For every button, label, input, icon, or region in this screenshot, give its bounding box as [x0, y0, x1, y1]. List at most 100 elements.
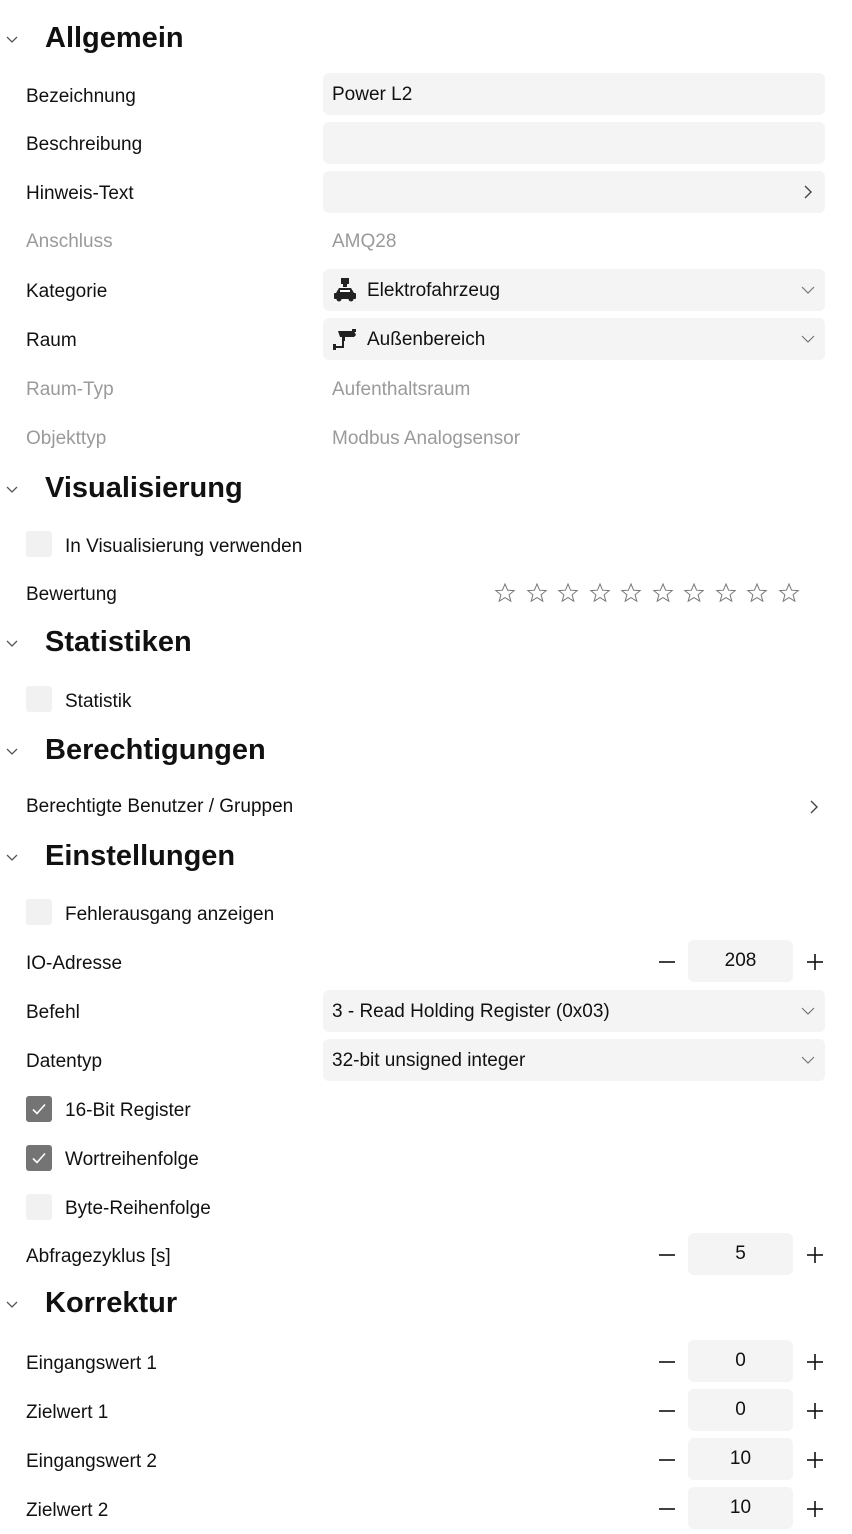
raum-typ-value: Aufenthaltsraum: [332, 379, 471, 400]
section-title: Statistiken: [45, 626, 192, 658]
chevron-right-icon: [810, 800, 818, 814]
eingangswert-1-input[interactable]: 0: [688, 1340, 793, 1382]
section-title: Berechtigungen: [45, 734, 266, 766]
plus-icon[interactable]: [804, 951, 826, 973]
fehlerausgang-checkbox-label: Fehlerausgang anzeigen: [65, 904, 275, 925]
chevron-down-icon: [6, 854, 18, 861]
section-header-berechtigungen[interactable]: Berechtigungen: [0, 732, 852, 772]
chevron-down-icon: [6, 36, 18, 43]
anschluss-value: AMQ28: [332, 231, 397, 252]
fehlerausgang-checkbox[interactable]: [26, 899, 52, 925]
bezeichnung-value: Power L2: [332, 84, 413, 105]
hinweis-text-label: Hinweis-Text: [26, 183, 134, 204]
eingangswert-2-input[interactable]: 10: [688, 1438, 793, 1480]
berechtigte-benutzer-row[interactable]: Berechtigte Benutzer / Gruppen: [0, 788, 852, 824]
plus-icon[interactable]: [804, 1498, 826, 1520]
visualisierung-checkbox[interactable]: [26, 531, 52, 557]
raum-select[interactable]: Außenbereich: [323, 318, 825, 360]
byte-reihenfolge-checkbox[interactable]: [26, 1194, 52, 1220]
bezeichnung-label: Bezeichnung: [26, 86, 136, 107]
befehl-select[interactable]: 3 - Read Holding Register (0x03): [323, 990, 825, 1032]
minus-icon[interactable]: [656, 1351, 678, 1373]
chevron-down-icon: [801, 1056, 815, 1064]
objekttyp-label: Objekttyp: [26, 428, 107, 449]
abfragezyklus-input[interactable]: 5: [688, 1233, 793, 1275]
star-icon[interactable]: [715, 582, 737, 604]
star-icon[interactable]: [746, 582, 768, 604]
kategorie-select[interactable]: Elektrofahrzeug: [323, 269, 825, 311]
datentyp-select[interactable]: 32-bit unsigned integer: [323, 1039, 825, 1081]
chevron-down-icon: [801, 335, 815, 343]
raum-typ-label: Raum-Typ: [26, 379, 114, 400]
checkmark-icon: [32, 1152, 46, 1164]
section-title: Einstellungen: [45, 840, 236, 872]
section-header-allgemein[interactable]: Allgemein: [0, 20, 852, 60]
wortreihenfolge-checkbox[interactable]: [26, 1145, 52, 1171]
section-header-einstellungen[interactable]: Einstellungen: [0, 838, 852, 878]
objekttyp-value: Modbus Analogsensor: [332, 428, 521, 449]
minus-icon[interactable]: [656, 1498, 678, 1520]
section-header-statistiken[interactable]: Statistiken: [0, 624, 852, 664]
minus-icon[interactable]: [656, 951, 678, 973]
berechtigte-benutzer-label: Berechtigte Benutzer / Gruppen: [26, 796, 294, 817]
section-title: Allgemein: [45, 22, 184, 54]
star-icon[interactable]: [494, 582, 516, 604]
16-bit-register-checkbox[interactable]: [26, 1096, 52, 1122]
befehl-value: 3 - Read Holding Register (0x03): [332, 1001, 610, 1022]
star-icon[interactable]: [778, 582, 800, 604]
star-icon[interactable]: [620, 582, 642, 604]
electric-car-charger-icon: [334, 278, 356, 302]
befehl-label: Befehl: [26, 1002, 80, 1023]
beschreibung-field[interactable]: [323, 122, 825, 164]
section-title: Korrektur: [45, 1287, 178, 1319]
zielwert-2-input[interactable]: 10: [688, 1487, 793, 1529]
security-camera-icon: [333, 329, 356, 350]
byte-reihenfolge-label: Byte-Reihenfolge: [65, 1198, 211, 1219]
chevron-down-icon: [801, 286, 815, 294]
chevron-down-icon: [6, 1301, 18, 1308]
datentyp-value: 32-bit unsigned integer: [332, 1050, 526, 1071]
zielwert-1-input[interactable]: 0: [688, 1389, 793, 1431]
anschluss-label: Anschluss: [26, 231, 113, 252]
section-header-korrektur[interactable]: Korrektur: [0, 1285, 852, 1325]
plus-icon[interactable]: [804, 1400, 826, 1422]
section-header-visualisierung[interactable]: Visualisierung: [0, 470, 852, 510]
minus-icon[interactable]: [656, 1400, 678, 1422]
eingangswert-2-label: Eingangswert 2: [26, 1451, 157, 1472]
zielwert-2-label: Zielwert 2: [26, 1500, 109, 1521]
statistik-checkbox-label: Statistik: [65, 691, 132, 712]
kategorie-value: Elektrofahrzeug: [367, 280, 501, 301]
chevron-right-icon: [804, 185, 812, 199]
statistik-checkbox[interactable]: [26, 686, 52, 712]
io-adresse-input[interactable]: 208: [688, 940, 793, 982]
star-icon[interactable]: [557, 582, 579, 604]
hinweis-text-field[interactable]: [323, 171, 825, 213]
visualisierung-checkbox-label: In Visualisierung verwenden: [65, 536, 303, 557]
plus-icon[interactable]: [804, 1449, 826, 1471]
minus-icon[interactable]: [656, 1244, 678, 1266]
star-icon[interactable]: [652, 582, 674, 604]
star-icon[interactable]: [589, 582, 611, 604]
rating-stars[interactable]: [494, 582, 819, 606]
section-title: Visualisierung: [45, 472, 243, 504]
beschreibung-label: Beschreibung: [26, 134, 143, 155]
minus-icon[interactable]: [656, 1449, 678, 1471]
bewertung-label: Bewertung: [26, 584, 117, 605]
star-icon[interactable]: [683, 582, 705, 604]
bezeichnung-field[interactable]: Power L2: [323, 73, 825, 115]
zielwert-1-label: Zielwert 1: [26, 1402, 109, 1423]
16-bit-register-label: 16-Bit Register: [65, 1100, 191, 1121]
chevron-down-icon: [6, 640, 18, 647]
datentyp-label: Datentyp: [26, 1051, 103, 1072]
io-adresse-label: IO-Adresse: [26, 953, 123, 974]
kategorie-label: Kategorie: [26, 281, 108, 302]
plus-icon[interactable]: [804, 1244, 826, 1266]
abfragezyklus-label: Abfragezyklus [s]: [26, 1246, 171, 1267]
wortreihenfolge-label: Wortreihenfolge: [65, 1149, 199, 1170]
chevron-down-icon: [6, 486, 18, 493]
chevron-down-icon: [801, 1007, 815, 1015]
plus-icon[interactable]: [804, 1351, 826, 1373]
eingangswert-1-label: Eingangswert 1: [26, 1353, 157, 1374]
star-icon[interactable]: [526, 582, 548, 604]
chevron-down-icon: [6, 748, 18, 755]
